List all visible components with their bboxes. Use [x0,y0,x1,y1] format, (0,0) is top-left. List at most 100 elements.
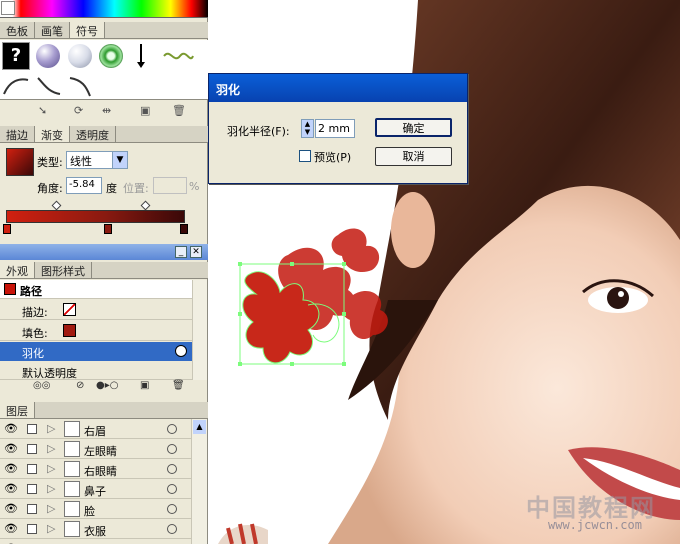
symbols-grid: ? [0,40,208,100]
lock-icon[interactable] [27,524,37,534]
appearance-row-stroke[interactable]: 描边: [0,300,192,320]
green-button-icon[interactable] [99,44,123,68]
gradient-stop-1[interactable] [3,224,11,234]
angle-input[interactable]: -5.84 [66,177,102,194]
brush-curve-1-icon[interactable] [2,74,30,98]
target-circle-icon[interactable] [167,464,177,474]
expand-arrow-icon[interactable]: ▷ [47,502,55,515]
tab-gradient[interactable]: 渐变 [35,126,70,142]
layers-scrollbar[interactable]: ▲ [191,419,207,544]
chevron-down-icon[interactable]: ▼ [112,152,127,168]
color-spectrum-bar[interactable] [0,0,208,18]
preview-label[interactable]: 预览(P) [314,149,351,165]
expand-arrow-icon[interactable]: ▷ [47,442,55,455]
layers-list: 👁 ▷ 右眉 👁 ▷ 左眼睛 👁 ▷ 右眼睛 👁 ▷ 鼻子 👁 ▷ 脸 👁 ▷ … [0,419,191,544]
no-stroke-icon[interactable] [63,303,76,316]
appearance-titlebar[interactable]: _ ✕ [0,244,208,260]
gradient-stop-2[interactable] [104,224,112,234]
appearance-row-feather[interactable]: 羽化 [0,342,192,361]
layer-row[interactable]: 👁 ▷ 右眼睛 [0,459,191,479]
eye-icon[interactable]: 👁 [4,522,18,535]
target-circle-icon[interactable] [167,444,177,454]
cancel-button[interactable]: 取消 [375,147,452,166]
tab-swatches[interactable]: 色板 [0,22,35,38]
tab-stroke[interactable]: 描边 [0,126,35,142]
new-art-icon[interactable]: ◎◎ [33,380,50,391]
gradient-preview-swatch[interactable] [6,148,34,176]
question-symbol-icon[interactable]: ? [2,42,30,70]
lock-icon[interactable] [27,464,37,474]
brush-curve-2-icon[interactable] [34,74,62,98]
target-circle-icon[interactable] [167,524,177,534]
layer-name: 衣服 [84,525,106,538]
scroll-up-icon[interactable]: ▲ [193,420,206,434]
path-swatch-icon [4,283,16,295]
fill-swatch-icon[interactable] [63,324,76,337]
gradient-type-select[interactable]: 线性 ▼ [66,151,128,169]
appearance-row-opacity[interactable]: 默认透明度 [0,362,192,380]
layer-row[interactable]: 👁 ▷ 鼻子 [0,479,191,499]
ok-button[interactable]: 确定 [375,118,452,137]
gradient-slider-bar[interactable] [6,210,185,223]
layer-row[interactable]: 👁 嘴子 [0,539,191,544]
eye-icon[interactable]: 👁 [4,462,18,475]
target-circle-icon[interactable] [167,504,177,514]
lock-icon[interactable] [27,484,37,494]
target-circle-icon[interactable] [167,424,177,434]
clear-appearance-icon[interactable]: ⊘ [76,380,84,391]
appearance-scrollbar[interactable] [192,280,207,380]
eye-icon[interactable]: 👁 [4,502,18,515]
layer-row[interactable]: 👁 ▷ 右眉 [0,419,191,439]
expand-arrow-icon[interactable]: ▷ [47,422,55,435]
gradient-stop-3[interactable] [180,224,188,234]
duplicate-icon[interactable]: ▣ [140,380,149,391]
feather-dialog: 羽化 羽化半径(F): ▲▼ 确定 预览(P) 取消 [208,73,468,184]
break-link-icon[interactable]: ⟳ [74,104,83,117]
minimize-icon[interactable]: _ [175,246,187,258]
none-swatch-icon[interactable] [1,1,15,15]
feather-radius-input[interactable] [315,119,355,138]
lock-icon[interactable] [27,504,37,514]
trash-icon[interactable]: 🗑 [172,104,186,117]
tab-layers[interactable]: 图层 [0,402,35,418]
symbol-options-icon[interactable]: ⇹ [102,104,111,117]
swatches-tabbar: 色板 画笔 符号 [0,22,208,39]
layer-name: 右眉 [84,425,106,438]
tab-graphic-styles[interactable]: 图形样式 [35,262,92,278]
spinner-icon[interactable]: ▲ ▼ [301,119,314,138]
target-circle-icon[interactable] [167,484,177,494]
expand-arrow-icon[interactable]: ▷ [47,522,55,535]
tab-brushes[interactable]: 画笔 [35,22,70,38]
position-input[interactable] [153,177,187,194]
place-symbol-icon[interactable]: ➘ [38,104,47,117]
lock-icon[interactable] [27,424,37,434]
appearance-row-fill[interactable]: 填色: [0,321,192,341]
eye-icon[interactable]: 👁 [4,482,18,495]
arrow-head-icon [137,62,145,68]
layer-row[interactable]: 👁 ▷ 脸 [0,499,191,519]
eye-icon[interactable]: 👁 [4,422,18,435]
white-sphere-icon[interactable] [68,44,92,68]
preview-checkbox[interactable] [299,150,311,162]
lock-icon[interactable] [27,444,37,454]
effect-icon[interactable] [175,345,187,357]
expand-arrow-icon[interactable]: ▷ [47,482,55,495]
layer-thumbnail [64,501,80,517]
new-symbol-icon[interactable]: ▣ [140,104,150,117]
stroke-row-label: 描边: [22,306,48,319]
reduce-icon[interactable]: ●▸○ [96,380,118,391]
eye-icon[interactable]: 👁 [4,442,18,455]
delete-icon[interactable]: 🗑 [172,380,185,391]
layer-row[interactable]: 👁 ▷ 衣服 [0,519,191,539]
tab-transparency[interactable]: 透明度 [70,126,116,142]
ornament-symbol-icon[interactable] [162,48,194,64]
expand-arrow-icon[interactable]: ▷ [47,462,55,475]
appearance-header: 路径 [0,280,192,299]
purple-sphere-icon[interactable] [36,44,60,68]
gradient-tabbar: 描边 渐变 透明度 [0,126,208,143]
tab-appearance[interactable]: 外观 [0,262,35,278]
layer-row[interactable]: 👁 ▷ 左眼睛 [0,439,191,459]
close-icon[interactable]: ✕ [190,246,202,258]
brush-curve-3-icon[interactable] [66,74,94,98]
tab-symbols[interactable]: 符号 [70,22,105,38]
